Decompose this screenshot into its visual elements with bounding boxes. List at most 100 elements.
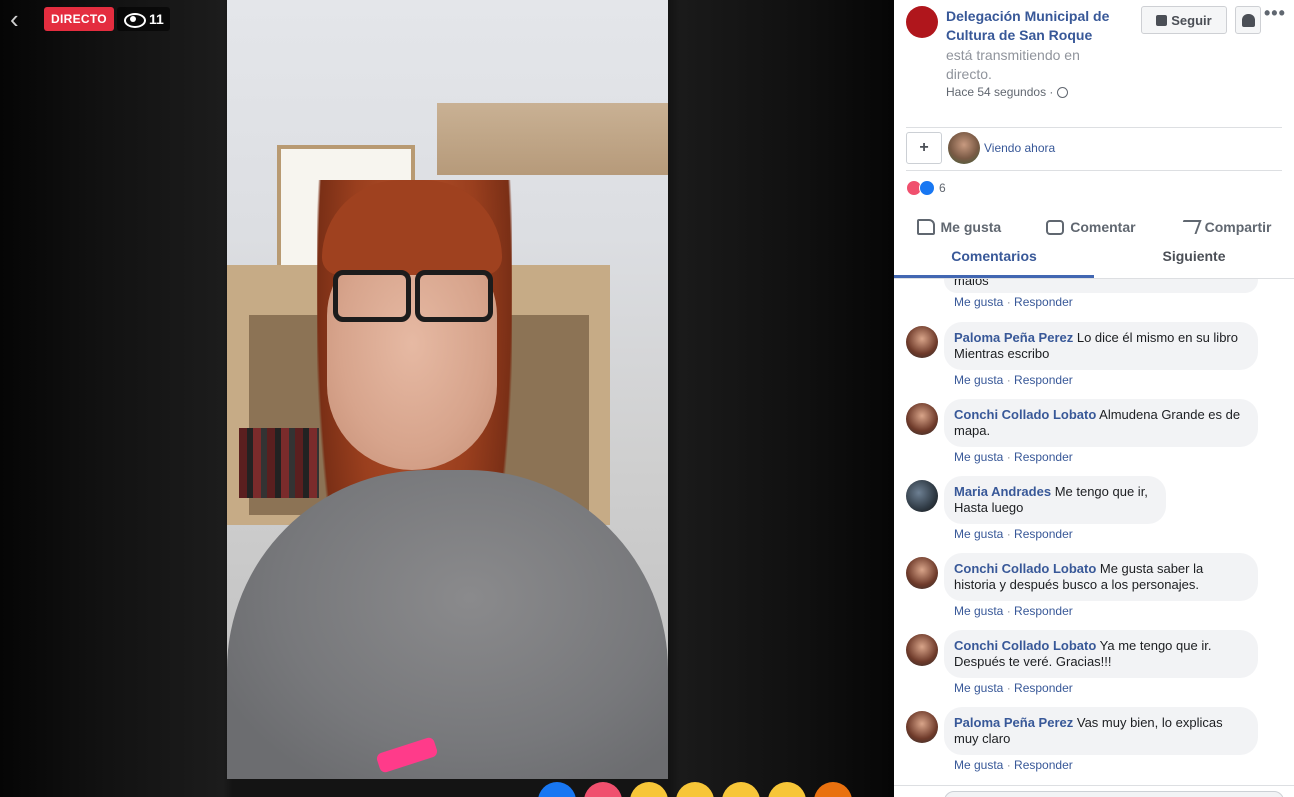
comment-bubble: Conchi Collado Lobato Ya me tengo que ir… — [944, 630, 1258, 678]
back-chevron-icon[interactable]: ‹ — [10, 6, 32, 32]
separator-dot: · — [1006, 450, 1011, 464]
commenter-avatar[interactable] — [906, 480, 938, 512]
comment-actions: Me gusta · Responder — [954, 450, 1073, 464]
sad-reaction-icon[interactable] — [768, 782, 806, 797]
comment-reply-link[interactable]: Responder — [1014, 681, 1073, 695]
separator-dot: · — [1006, 527, 1011, 541]
comment-item: Paloma Peña Perez Vas muy bien, lo expli… — [906, 707, 1286, 777]
live-badge: DIRECTO — [44, 7, 114, 31]
add-friend-icon[interactable]: + — [906, 132, 942, 164]
comment-like-link[interactable]: Me gusta — [954, 295, 1003, 309]
haha-reaction-icon[interactable] — [676, 782, 714, 797]
comment-bubble: Conchi Collado Lobato Almudena Grande es… — [944, 399, 1258, 447]
love-reaction-icon[interactable] — [584, 782, 622, 797]
reaction-count: 6 — [939, 181, 946, 195]
follow-icon — [1156, 14, 1168, 26]
commenter-avatar[interactable] — [906, 403, 938, 435]
follow-label: Seguir — [1171, 12, 1212, 28]
commenter-avatar[interactable] — [906, 326, 938, 358]
video-frame[interactable] — [227, 0, 668, 779]
commenter-avatar[interactable] — [906, 634, 938, 666]
share-arrow-icon — [1178, 220, 1202, 234]
presenter-glasses — [327, 270, 499, 328]
live-status-text: está transmitiendo en directo. — [946, 47, 1080, 82]
wow-reaction-icon[interactable] — [722, 782, 760, 797]
separator-dot: · — [1006, 604, 1011, 618]
comment-reply-link[interactable]: Responder — [1014, 758, 1073, 772]
comment-reply-link[interactable]: Responder — [1014, 527, 1073, 541]
comment-bubble — [944, 279, 1258, 293]
comment-like-link[interactable]: Me gusta — [954, 681, 1003, 695]
eye-icon — [123, 12, 146, 28]
comment-author[interactable]: Paloma Peña Perez — [954, 330, 1073, 345]
care-reaction-icon[interactable] — [630, 782, 668, 797]
commenter-avatar[interactable] — [906, 711, 938, 743]
tab-comments[interactable]: Comentarios — [894, 241, 1094, 278]
comment-item: Maria Andrades Me tengo que ir, Hasta lu… — [906, 476, 1286, 546]
share-button[interactable]: Compartir — [1178, 212, 1272, 242]
divider — [906, 170, 1282, 171]
comment-actions: Me gusta · Responder — [954, 373, 1073, 387]
comment-author[interactable]: Maria Andrades — [954, 484, 1051, 499]
comment-bubble: Paloma Peña Perez Vas muy bien, lo expli… — [944, 707, 1258, 755]
sidebar: Delegación Municipal de Cultura de San R… — [894, 0, 1294, 797]
follow-button[interactable]: Seguir — [1141, 6, 1227, 34]
comment-like-link[interactable]: Me gusta — [954, 604, 1003, 618]
notifications-button[interactable] — [1235, 6, 1261, 34]
speech-bubble-icon — [1046, 219, 1065, 235]
comment-like-link[interactable]: Me gusta — [954, 527, 1003, 541]
comment-actions: Me gusta · Responder — [954, 295, 1073, 309]
like-reaction-icon[interactable] — [538, 782, 576, 797]
separator-dot: · — [1006, 681, 1011, 695]
comment-reply-link[interactable]: Responder — [1014, 450, 1073, 464]
like-icon — [919, 180, 935, 196]
comment-button[interactable]: Comentar — [1046, 212, 1136, 242]
comment-reply-link[interactable]: Responder — [1014, 373, 1073, 387]
timestamp-row: Hace 54 segundos · — [946, 85, 1069, 99]
sidebar-tabs: Comentarios Siguiente — [894, 241, 1294, 279]
reaction-bar — [538, 782, 852, 797]
viewer-avatar[interactable] — [948, 132, 980, 164]
comment-reply-link[interactable]: Responder — [1014, 295, 1073, 309]
comment-author[interactable]: Conchi Collado Lobato — [954, 638, 1096, 653]
timestamp[interactable]: Hace 54 segundos · — [946, 85, 1053, 99]
viewer-count-badge: 11 — [117, 7, 170, 31]
viewing-now-link[interactable]: Viendo ahora — [984, 141, 1055, 155]
comment-item: Paloma Peña Perez Lo dice él mismo en su… — [906, 322, 1286, 392]
comment-actions: Me gusta · Responder — [954, 758, 1073, 772]
comment-actions: Me gusta · Responder — [954, 604, 1073, 618]
tab-next[interactable]: Siguiente — [1094, 241, 1294, 278]
separator-dot: · — [1006, 295, 1011, 309]
angry-reaction-icon[interactable] — [814, 782, 852, 797]
page-name-link[interactable]: Delegación Municipal de Cultura de San R… — [946, 7, 1136, 45]
comment-input[interactable] — [944, 791, 1284, 797]
comments-list[interactable]: malos Me gusta · Responder Paloma Peña P… — [894, 279, 1294, 797]
share-label: Compartir — [1204, 219, 1272, 235]
like-button[interactable]: Me gusta — [916, 212, 1002, 242]
comment-author[interactable]: Conchi Collado Lobato — [954, 561, 1096, 576]
more-options-icon[interactable]: ••• — [1264, 4, 1285, 26]
comment-author[interactable]: Conchi Collado Lobato — [954, 407, 1096, 422]
comment-like-link[interactable]: Me gusta — [954, 758, 1003, 772]
books — [239, 428, 319, 498]
comment-like-link[interactable]: Me gusta — [954, 450, 1003, 464]
comment-label: Comentar — [1070, 219, 1136, 235]
viewer-count: 11 — [149, 11, 164, 27]
commenter-avatar[interactable] — [906, 557, 938, 589]
bell-icon — [1242, 14, 1255, 27]
live-video-area[interactable]: ‹ DIRECTO 11 — [0, 0, 894, 797]
comment-item: Conchi Collado Lobato Almudena Grande es… — [906, 399, 1286, 469]
comment-bubble: Maria Andrades Me tengo que ir, Hasta lu… — [944, 476, 1166, 524]
comment-author[interactable]: Paloma Peña Perez — [954, 715, 1073, 730]
comment-text: malos — [954, 279, 989, 288]
comment-actions: Me gusta · Responder — [954, 681, 1073, 695]
reactions-summary[interactable]: 6 — [906, 180, 946, 196]
page-avatar[interactable] — [906, 6, 938, 38]
comment-reply-link[interactable]: Responder — [1014, 604, 1073, 618]
like-label: Me gusta — [940, 219, 1002, 235]
separator-dot: · — [1006, 373, 1011, 387]
post-actions: Me gusta Comentar Compartir — [894, 212, 1294, 242]
globe-icon — [1057, 86, 1069, 98]
comment-like-link[interactable]: Me gusta — [954, 373, 1003, 387]
separator-dot: · — [1006, 758, 1011, 772]
